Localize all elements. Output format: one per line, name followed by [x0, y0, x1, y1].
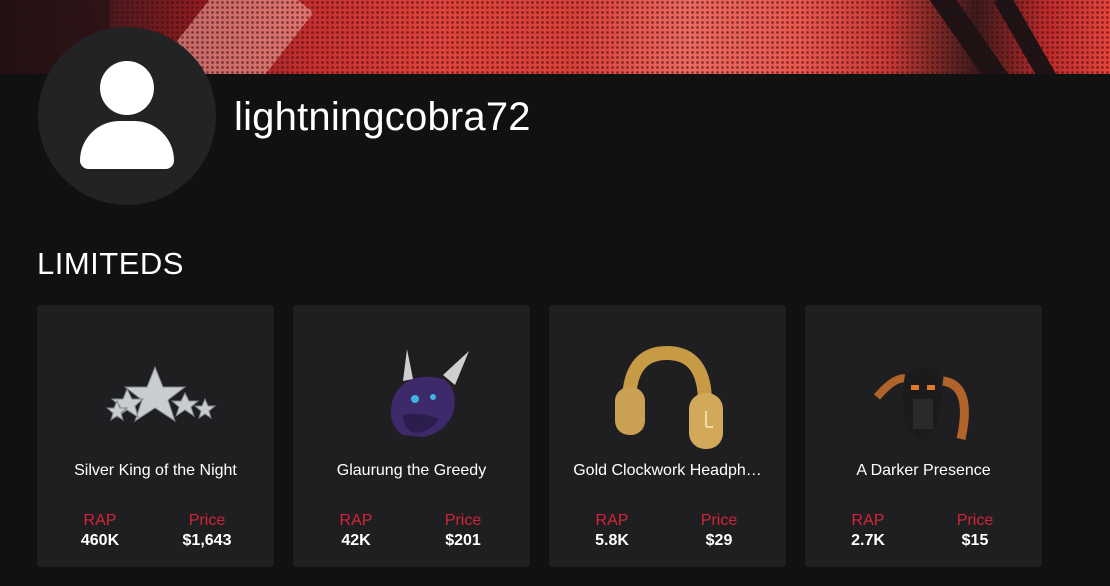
item-rap: RAP 42K	[311, 512, 401, 552]
rap-value: 42K	[341, 532, 371, 549]
item-card[interactable]: Gold Clockwork Headph… RAP 5.8K Price $2…	[549, 305, 786, 567]
item-card[interactable]: A Darker Presence RAP 2.7K Price $15	[805, 305, 1042, 567]
item-name[interactable]: Glaurung the Greedy	[303, 462, 520, 480]
item-card[interactable]: Glaurung the Greedy RAP 42K Price $201	[293, 305, 530, 567]
item-price: Price $1,643	[162, 512, 252, 552]
headphones-icon	[615, 345, 723, 449]
price-value: $201	[445, 532, 481, 549]
price-value: $15	[961, 532, 989, 549]
price-label: Price	[444, 512, 482, 529]
price-label: Price	[700, 512, 738, 529]
rap-value: 460K	[80, 532, 120, 549]
avatar-body-icon	[80, 121, 174, 169]
item-price: Price $15	[930, 512, 1020, 552]
rap-label: RAP	[339, 512, 373, 529]
rap-label: RAP	[595, 512, 629, 529]
dragon-head-icon	[391, 349, 469, 437]
avatar[interactable]	[38, 27, 216, 205]
username: lightningcobra72	[234, 95, 531, 139]
item-card[interactable]: Silver King of the Night RAP 460K Price …	[37, 305, 274, 567]
item-rap: RAP 5.8K	[567, 512, 657, 552]
rap-label: RAP	[83, 512, 117, 529]
section-title-limiteds: LIMITEDS	[37, 246, 184, 281]
rap-value: 5.8K	[595, 532, 629, 549]
dark-mask-icon	[873, 366, 969, 441]
item-rap: RAP 2.7K	[823, 512, 913, 552]
item-name[interactable]: Silver King of the Night	[47, 462, 264, 480]
item-rap: RAP 460K	[55, 512, 145, 552]
item-price: Price $201	[418, 512, 508, 552]
avatar-head-icon	[100, 61, 154, 115]
silver-crown-icon	[105, 365, 217, 423]
price-value: $29	[705, 532, 733, 549]
item-name[interactable]: A Darker Presence	[815, 462, 1032, 480]
item-name[interactable]: Gold Clockwork Headph…	[559, 462, 776, 480]
item-price: Price $29	[674, 512, 764, 552]
price-label: Price	[956, 512, 994, 529]
rap-value: 2.7K	[851, 532, 885, 549]
price-label: Price	[188, 512, 226, 529]
rap-label: RAP	[851, 512, 885, 529]
price-value: $1,643	[182, 532, 232, 549]
